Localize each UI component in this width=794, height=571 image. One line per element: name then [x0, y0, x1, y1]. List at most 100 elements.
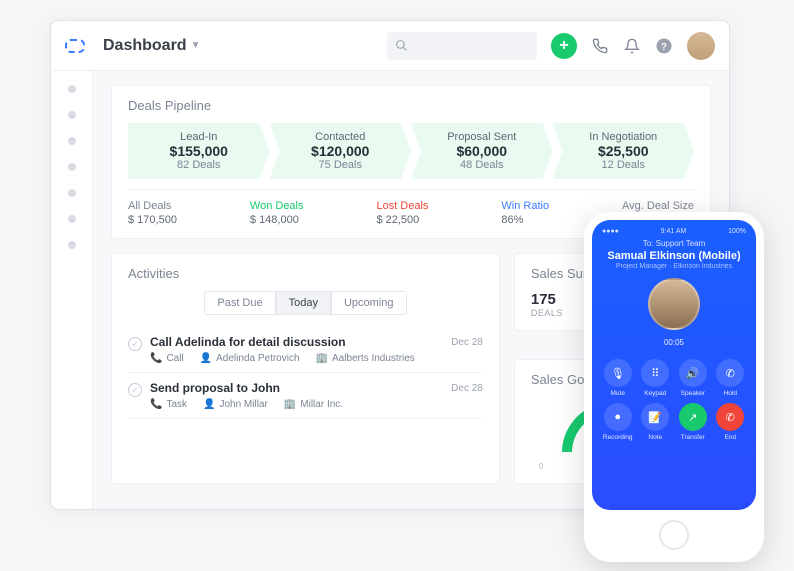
activities-title: Activities — [128, 266, 483, 281]
stat-label: Won Deals — [250, 200, 304, 212]
summary-deals-label: DEALS — [531, 308, 563, 318]
activity-item[interactable]: ✓ Send proposal to John 📞Task 👤John Millar 🏢… — [128, 373, 483, 419]
recording-icon: ● — [604, 403, 632, 431]
phone-btn-label: Keypad — [644, 390, 666, 397]
person-icon: 👤 — [200, 353, 212, 364]
activity-title: Send proposal to John — [150, 381, 443, 395]
stage-deals: 82 Deals — [140, 159, 258, 171]
speaker-icon: 🔊 — [679, 359, 707, 387]
phone-signal-icon: ●●●● — [602, 228, 619, 235]
activities-card: Activities Past DueTodayUpcoming ✓ Call A… — [111, 253, 500, 484]
sidebar-item[interactable] — [68, 189, 76, 197]
stage-name: Contacted — [282, 131, 400, 143]
stat-label: Lost Deals — [376, 200, 428, 212]
activity-date: Dec 28 — [451, 337, 483, 348]
sidebar-item[interactable] — [68, 85, 76, 93]
pipeline-stat: Won Deals $ 148,000 — [250, 200, 304, 226]
search-input[interactable] — [387, 32, 537, 60]
stage-name: In Negotiation — [565, 131, 683, 143]
phone-btn-label: Transfer — [681, 434, 705, 441]
activity-person: 👤Adelinda Petrovich — [200, 353, 300, 364]
end-icon: ✆ — [716, 403, 744, 431]
phone-btn-label: Note — [648, 434, 662, 441]
building-icon: 🏢 — [316, 353, 328, 364]
stat-label: Win Ratio — [501, 200, 549, 212]
stat-value: $ 148,000 — [250, 214, 304, 226]
activity-type: 📞Call — [150, 353, 184, 364]
sidebar-item[interactable] — [68, 137, 76, 145]
activity-company: 🏢Millar Inc. — [284, 399, 343, 410]
sidebar-item[interactable] — [68, 241, 76, 249]
stage-amount: $60,000 — [423, 143, 541, 159]
stage-amount: $25,500 — [565, 143, 683, 159]
sidebar-item[interactable] — [68, 215, 76, 223]
phone-mockup: ●●●● 9:41 AM 100% To: Support Team Samua… — [584, 212, 764, 562]
keypad-icon: ⠿ — [641, 359, 669, 387]
phone-speaker-button[interactable]: 🔊 Speaker — [677, 359, 709, 397]
hold-icon: ✆ — [716, 359, 744, 387]
stage-deals: 12 Deals — [565, 159, 683, 171]
pipeline-stage[interactable]: In Negotiation$25,50012 Deals — [553, 123, 695, 179]
stage-amount: $120,000 — [282, 143, 400, 159]
phone-transfer-button[interactable]: ↗Transfer — [677, 403, 709, 441]
type-icon: 📞 — [150, 353, 162, 364]
stage-name: Lead-In — [140, 131, 258, 143]
chevron-down-icon: ▼ — [191, 40, 201, 51]
phone-battery: 100% — [728, 228, 746, 235]
user-avatar[interactable] — [687, 32, 715, 60]
phone-duration: 00:05 — [602, 338, 746, 347]
phone-note-button[interactable]: 📝Note — [640, 403, 672, 441]
phone-end-button[interactable]: ✆ End — [715, 403, 747, 441]
activities-tab[interactable]: Today — [276, 291, 331, 315]
bell-icon[interactable] — [623, 37, 641, 55]
stat-value: 86% — [501, 214, 549, 226]
phone-caller-sub: Project Manager · Elkinson Industries — [602, 263, 746, 270]
search-icon — [395, 39, 408, 52]
phone-keypad-button[interactable]: ⠿ Keypad — [640, 359, 672, 397]
pipeline-stage[interactable]: Contacted$120,00075 Deals — [270, 123, 412, 179]
phone-btn-label: End — [724, 434, 736, 441]
activity-item[interactable]: ✓ Call Adelinda for detail discussion 📞Cal… — [128, 327, 483, 373]
phone-mute-button[interactable]: 🎙Mute — [602, 359, 634, 397]
sidebar-item[interactable] — [68, 111, 76, 119]
activity-person: 👤John Millar — [203, 399, 268, 410]
stat-value: $ 170,500 — [128, 214, 177, 226]
stat-value: $ 22,500 — [376, 214, 428, 226]
activity-type: 📞Task — [150, 399, 187, 410]
phone-caller-avatar — [648, 278, 700, 330]
phone-caller-name: Samual Elkinson (Mobile) — [602, 250, 746, 262]
activity-checkbox[interactable]: ✓ — [128, 337, 142, 351]
activity-date: Dec 28 — [451, 383, 483, 394]
pipeline-title: Deals Pipeline — [128, 98, 694, 113]
phone-icon[interactable] — [591, 37, 609, 55]
app-logo — [65, 39, 85, 53]
activity-company: 🏢Aalberts Industries — [316, 353, 415, 364]
page-title[interactable]: Dashboard ▼ — [103, 37, 200, 55]
phone-hold-button[interactable]: ✆ Hold — [715, 359, 747, 397]
sidebar-item[interactable] — [68, 163, 76, 171]
phone-home-button[interactable] — [659, 520, 689, 550]
person-icon: 👤 — [203, 399, 215, 410]
pipeline-stage[interactable]: Lead-In$155,00082 Deals — [128, 123, 270, 179]
mute-icon: 🎙 — [604, 359, 632, 387]
phone-btn-label: Speaker — [681, 390, 705, 397]
sidebar — [51, 71, 93, 509]
pipeline-stat: Win Ratio 86% — [501, 200, 549, 226]
phone-recording-button[interactable]: ● Recording — [602, 403, 634, 441]
help-icon[interactable]: ? — [655, 37, 673, 55]
stage-amount: $155,000 — [140, 143, 258, 159]
activities-tab[interactable]: Past Due — [204, 291, 275, 315]
activities-tab[interactable]: Upcoming — [331, 291, 407, 315]
gauge-min: 0 — [539, 462, 543, 471]
svg-text:?: ? — [661, 41, 667, 52]
phone-btn-label: Hold — [724, 390, 737, 397]
pipeline-stage[interactable]: Proposal Sent$60,00048 Deals — [411, 123, 553, 179]
pipeline-stat: All Deals$ 170,500 — [128, 200, 177, 226]
activity-checkbox[interactable]: ✓ — [128, 383, 142, 397]
stage-deals: 75 Deals — [282, 159, 400, 171]
building-icon: 🏢 — [284, 399, 296, 410]
phone-btn-label: Recording — [603, 434, 633, 441]
add-button[interactable]: + — [551, 33, 577, 59]
activity-title: Call Adelinda for detail discussion — [150, 335, 443, 349]
stage-name: Proposal Sent — [423, 131, 541, 143]
